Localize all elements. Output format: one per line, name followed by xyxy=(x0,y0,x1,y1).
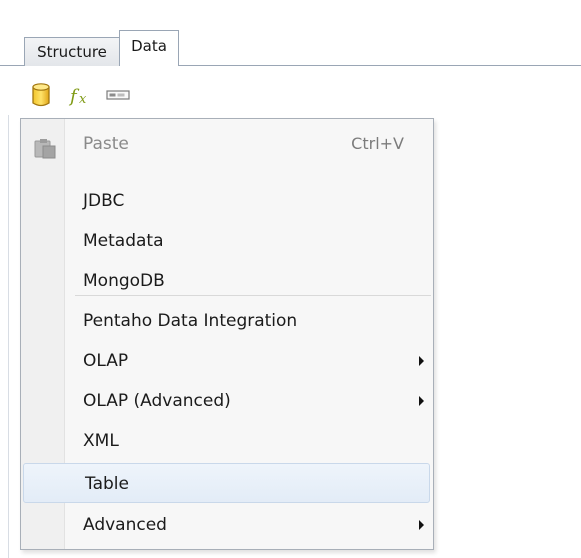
menu-item-label: JDBC xyxy=(83,191,125,211)
menu-item-label: MongoDB xyxy=(83,271,165,291)
menu-item-advanced[interactable]: Advanced xyxy=(22,505,432,545)
menu-item-paste[interactable]: Paste Ctrl+V xyxy=(22,124,432,164)
paste-icon xyxy=(32,135,58,159)
submenu-arrow-icon xyxy=(419,520,424,530)
menu-item-label: Advanced xyxy=(83,515,167,535)
context-menu: Paste Ctrl+V JDBC Metadata MongoDB Penta… xyxy=(20,118,434,550)
menu-item-label: OLAP (Advanced) xyxy=(83,391,231,411)
menu-item-label: Table xyxy=(85,474,129,494)
menu-item-olap[interactable]: OLAP xyxy=(22,341,432,381)
panel-left-border xyxy=(8,115,9,558)
toolbar: f x xyxy=(18,79,578,115)
menu-item-metadata[interactable]: Metadata xyxy=(22,221,432,261)
menu-item-olap-advanced[interactable]: OLAP (Advanced) xyxy=(22,381,432,421)
submenu-arrow-icon xyxy=(419,396,424,406)
tab-structure[interactable]: Structure xyxy=(24,37,120,66)
menu-item-pentaho-data-integration[interactable]: Pentaho Data Integration xyxy=(22,301,432,341)
menu-item-label: OLAP xyxy=(83,351,129,371)
field-icon[interactable] xyxy=(104,79,134,111)
menu-item-label: Paste xyxy=(83,134,129,154)
svg-text:x: x xyxy=(79,92,87,107)
tab-bar: Structure Data xyxy=(0,0,581,67)
menu-item-xml[interactable]: XML xyxy=(22,421,432,461)
menu-item-mongodb[interactable]: MongoDB xyxy=(22,261,432,301)
menu-item-label: XML xyxy=(83,431,119,451)
menu-item-table[interactable]: Table xyxy=(23,463,430,503)
menu-item-label: Metadata xyxy=(83,231,164,251)
menu-item-label: Pentaho Data Integration xyxy=(83,311,298,331)
tab-data[interactable]: Data xyxy=(119,30,179,67)
fx-function-icon[interactable]: f x xyxy=(66,79,96,111)
database-icon[interactable] xyxy=(26,79,56,111)
submenu-arrow-icon xyxy=(419,356,424,366)
menu-item-jdbc[interactable]: JDBC xyxy=(22,181,432,221)
shortcut-label: Ctrl+V xyxy=(351,134,404,153)
